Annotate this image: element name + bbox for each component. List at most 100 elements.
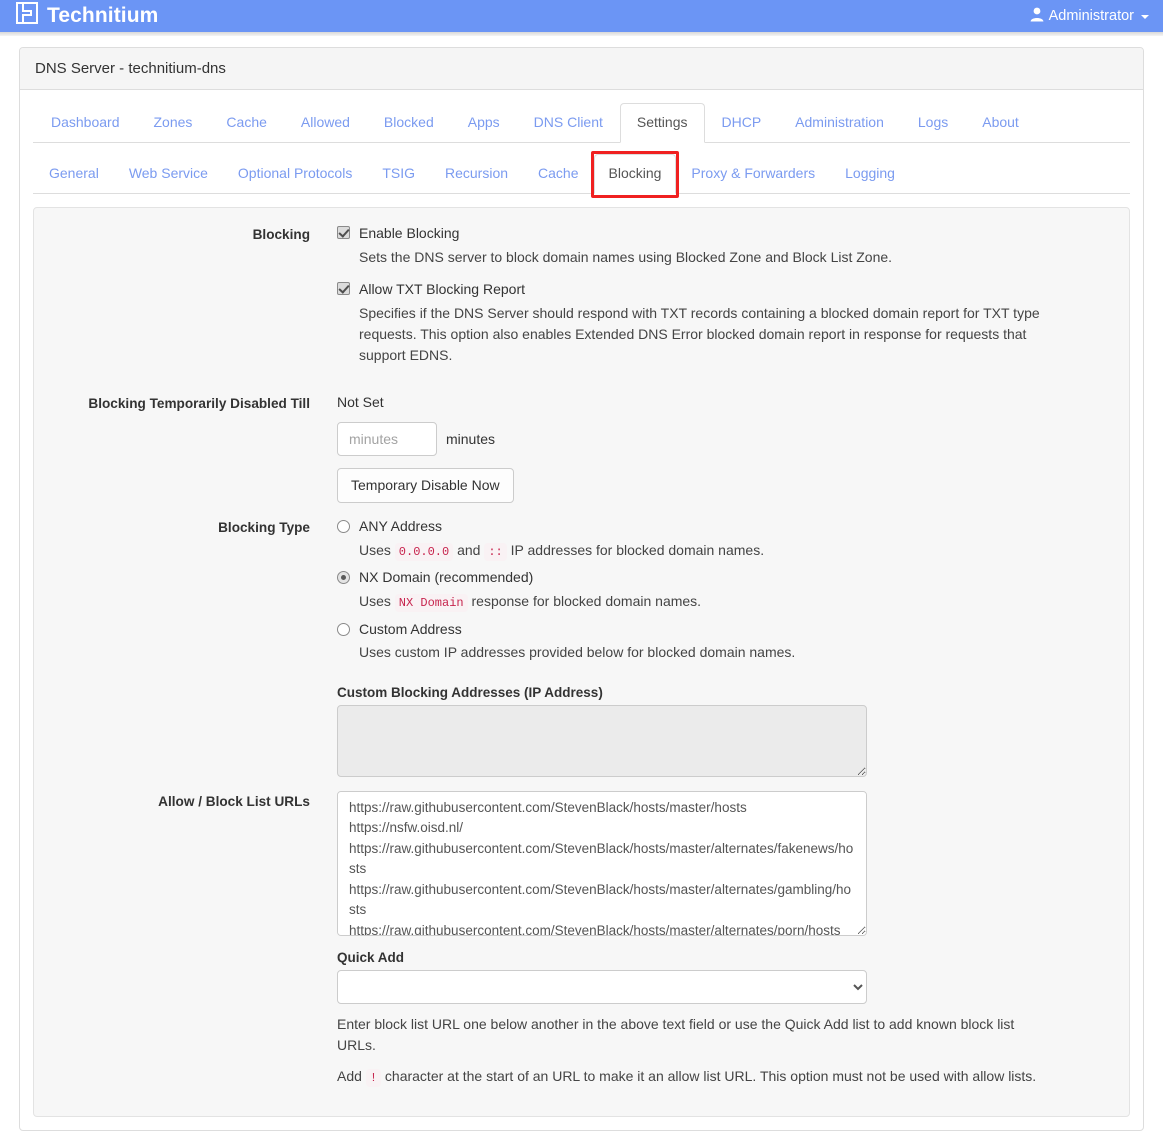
tab-item[interactable]: Logs — [901, 103, 965, 143]
subtab-item[interactable]: General — [34, 154, 114, 194]
panel-heading: DNS Server - technitium-dns — [20, 48, 1143, 90]
blocking-type-any-address-label: ANY Address — [359, 518, 443, 535]
tab-item[interactable]: Zones — [137, 103, 210, 143]
temp-disabled-value: Not Set — [337, 393, 384, 410]
allow-txt-report-label: Allow TXT Blocking Report — [359, 280, 525, 297]
subtab-cache[interactable]: Cache — [523, 154, 593, 194]
subtab-general[interactable]: General — [34, 154, 114, 194]
form-group-blocking-type: Blocking Type ANY Address Uses 0.0.0.0 a… — [49, 517, 1114, 777]
subtab-recursion[interactable]: Recursion — [430, 154, 523, 194]
help-prefix: Uses — [359, 542, 395, 559]
tab-administration[interactable]: Administration — [778, 103, 901, 143]
subtab-item[interactable]: Cache — [523, 154, 593, 194]
subtab-item[interactable]: Logging — [830, 154, 910, 194]
help-prefix: Uses — [359, 593, 395, 610]
form-group-temp-disabled: Blocking Temporarily Disabled Till Not S… — [49, 393, 1114, 504]
tab-item[interactable]: Allowed — [284, 103, 367, 143]
tab-dhcp[interactable]: DHCP — [705, 103, 779, 143]
temp-disabled-label: Blocking Temporarily Disabled Till — [88, 395, 310, 411]
enable-blocking-checkbox-row[interactable]: Enable Blocking — [337, 224, 1114, 243]
note-prefix: Add — [337, 1068, 366, 1085]
settings-sub-tab-bar: General Web Service Optional Protocols TSIG… — [33, 153, 1130, 194]
code-any-ipv6: :: — [484, 543, 507, 562]
panel-body: Dashboard Zones Cache Allowed Blocked Apps DNS… — [20, 90, 1143, 1130]
subtab-item[interactable]: Web Service — [114, 154, 223, 194]
enable-blocking-checkbox[interactable] — [337, 225, 350, 239]
blocking-type-custom-address-radio[interactable] — [337, 622, 350, 636]
custom-blocking-addresses-textarea[interactable] — [337, 704, 867, 777]
help-suffix: IP addresses for blocked domain names. — [506, 542, 765, 559]
note-suffix: character at the start of an URL to make… — [381, 1068, 1037, 1085]
tab-apps[interactable]: Apps — [451, 103, 517, 143]
allow-txt-report-checkbox[interactable] — [337, 281, 350, 295]
tab-zones[interactable]: Zones — [137, 103, 210, 143]
tab-item[interactable]: Dashboard — [34, 103, 137, 143]
tab-settings[interactable]: Settings — [619, 103, 705, 143]
temporary-disable-now-button[interactable]: Temporary Disable Now — [337, 467, 514, 504]
tab-item[interactable]: Blocked — [367, 103, 451, 143]
minutes-unit-label: minutes — [446, 430, 496, 447]
subtab-web-service[interactable]: Web Service — [114, 154, 223, 194]
tab-dns-client[interactable]: DNS Client — [517, 103, 620, 143]
tab-item[interactable]: DNS Client — [517, 103, 620, 143]
tab-cache[interactable]: Cache — [209, 103, 283, 143]
form-group-list-urls: Allow / Block List URLs Quick Add Enter … — [49, 790, 1114, 1088]
code-exclamation: ! — [365, 1069, 382, 1088]
tab-item[interactable]: Apps — [451, 103, 517, 143]
tab-item[interactable]: Cache — [209, 103, 283, 143]
subtab-item[interactable]: Optional Protocols — [223, 154, 367, 194]
blocking-type-nx-domain-radio[interactable] — [337, 571, 350, 585]
tab-allowed[interactable]: Allowed — [284, 103, 367, 143]
quick-add-select[interactable] — [337, 969, 867, 1004]
subtab-item[interactable]: Blocking — [593, 153, 677, 194]
blocking-type-custom-address-help: Uses custom IP addresses provided below … — [359, 644, 796, 661]
brand[interactable]: Technitium — [16, 2, 158, 30]
subtab-proxy-forwarders[interactable]: Proxy & Forwarders — [676, 154, 830, 194]
tab-item[interactable]: About — [965, 103, 1036, 143]
top-navbar: Technitium Administrator — [0, 0, 1163, 36]
list-urls-label: Allow / Block List URLs — [158, 793, 310, 809]
code-any-ipv4: 0.0.0.0 — [394, 543, 454, 562]
brand-label: Technitium — [47, 4, 159, 27]
tab-item[interactable]: DHCP — [705, 103, 779, 143]
allow-txt-report-help: Specifies if the DNS Server should respo… — [359, 304, 1040, 364]
blocking-label: Blocking — [252, 226, 310, 242]
subtab-blocking[interactable]: Blocking — [593, 153, 677, 194]
code-nx-domain: NX Domain — [394, 594, 468, 613]
blocking-type-label: Blocking Type — [218, 520, 310, 536]
subtab-item[interactable]: Recursion — [430, 154, 523, 194]
subtab-logging[interactable]: Logging — [830, 154, 910, 194]
tab-logs[interactable]: Logs — [901, 103, 965, 143]
custom-blocking-addresses-label: Custom Blocking Addresses (IP Address) — [337, 684, 603, 700]
blocking-type-nx-domain-label: NX Domain (recommended) — [359, 569, 534, 586]
blocking-type-nx-domain-row[interactable]: NX Domain (recommended) — [337, 568, 1114, 587]
subtab-item[interactable]: TSIG — [367, 154, 430, 194]
tab-item[interactable]: Settings — [619, 103, 705, 143]
form-group-blocking: Blocking Enable Blocking Sets the DNS se… — [49, 224, 1114, 379]
dns-server-panel: DNS Server - technitium-dns Dashboard Zon… — [19, 47, 1144, 1131]
temp-disable-minutes-input[interactable] — [337, 421, 437, 456]
user-menu-label: Administrator — [1048, 8, 1134, 24]
allow-txt-report-checkbox-row[interactable]: Allow TXT Blocking Report — [337, 280, 1114, 299]
blocking-settings-form: Blocking Enable Blocking Sets the DNS se… — [33, 206, 1130, 1118]
subtab-tsig[interactable]: TSIG — [367, 154, 430, 194]
tab-item[interactable]: Administration — [778, 103, 901, 143]
technitium-logo-icon — [16, 2, 38, 30]
subtab-optional-protocols[interactable]: Optional Protocols — [223, 154, 367, 194]
allow-block-list-urls-textarea[interactable] — [337, 790, 867, 936]
blocking-type-any-address-radio[interactable] — [337, 520, 350, 534]
block-list-note-2: Add ! character at the start of an URL t… — [337, 1066, 1037, 1088]
block-list-note-1: Enter block list URL one below another i… — [337, 1015, 1015, 1053]
enable-blocking-label: Enable Blocking — [359, 224, 460, 241]
caret-down-icon — [1141, 15, 1149, 19]
subtab-item[interactable]: Proxy & Forwarders — [676, 154, 830, 194]
tab-dashboard[interactable]: Dashboard — [34, 103, 137, 143]
user-menu[interactable]: Administrator — [1030, 7, 1149, 26]
blocking-type-custom-address-row[interactable]: Custom Address — [337, 620, 1114, 639]
tab-blocked[interactable]: Blocked — [367, 103, 451, 143]
help-suffix: response for blocked domain names. — [467, 593, 702, 610]
tab-about[interactable]: About — [965, 103, 1036, 143]
blocking-type-any-address-row[interactable]: ANY Address — [337, 517, 1114, 536]
blocking-type-any-address-help: Uses 0.0.0.0 and :: IP addresses for blo… — [359, 540, 1071, 562]
main-tab-bar: Dashboard Zones Cache Allowed Blocked Apps DNS… — [33, 103, 1130, 143]
